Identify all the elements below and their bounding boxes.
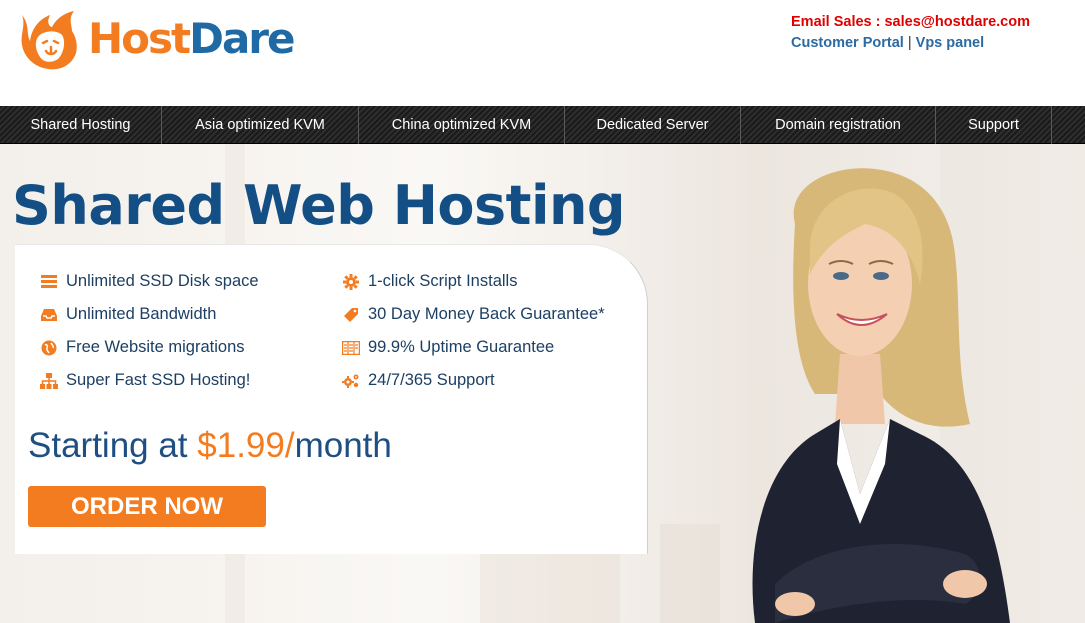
feature-item: 1-click Script Installs [342, 272, 517, 291]
nav-item-china-kvm[interactable]: China optimized KVM [359, 106, 565, 144]
nav-item-support[interactable]: Support [936, 106, 1052, 144]
price-value: $1.99/ [197, 426, 295, 465]
site-header: HostDare Email Sales : sales@hostdare.co… [0, 0, 1085, 106]
feature-label: Unlimited Bandwidth [66, 305, 217, 323]
feature-label: 99.9% Uptime Guarantee [368, 338, 555, 356]
businesswoman-image [752, 168, 1010, 623]
feature-item: Unlimited SSD Disk space [40, 272, 259, 291]
vps-panel-link[interactable]: Vps panel [916, 35, 985, 51]
lion-flame-icon [21, 11, 77, 70]
feature-item: 24/7/365 Support [342, 371, 495, 390]
logo-wordmark: HostDare [88, 18, 296, 60]
order-now-button[interactable]: ORDER NOW [28, 486, 266, 527]
contact-block: Email Sales : sales@hostdare.com Custome… [791, 12, 1030, 54]
link-separator: | [907, 35, 912, 51]
sitemap-icon [40, 372, 58, 390]
feature-item: Super Fast SSD Hosting! [40, 371, 250, 390]
server-icon [40, 273, 58, 291]
inbox-icon [40, 306, 58, 324]
gear-icon [342, 273, 360, 291]
feature-item: Free Website migrations [40, 338, 245, 357]
nav-item-dedicated-server[interactable]: Dedicated Server [565, 106, 741, 144]
starting-price: Starting at $1.99/month [28, 426, 392, 466]
feature-label: 24/7/365 Support [368, 371, 495, 389]
hostdare-logo[interactable]: HostDare [16, 6, 296, 72]
customer-portal-link[interactable]: Customer Portal [791, 35, 904, 51]
columns-icon [342, 339, 360, 357]
cogs-icon [342, 372, 360, 390]
feature-label: 1-click Script Installs [368, 272, 518, 290]
starting-suffix: month [294, 426, 392, 465]
feature-label: Unlimited SSD Disk space [66, 272, 259, 290]
feature-label: Free Website migrations [66, 338, 245, 356]
feature-item: 30 Day Money Back Guarantee* [342, 305, 605, 324]
feature-label: 30 Day Money Back Guarantee* [368, 305, 605, 323]
hero-banner: Shared Web Hosting Unlimited SSD Disk sp… [0, 144, 1085, 623]
main-nav: Shared Hosting Asia optimized KVM China … [0, 106, 1085, 144]
feature-label: Super Fast SSD Hosting! [66, 371, 251, 389]
globe-icon [40, 339, 58, 357]
portal-links: Customer Portal | Vps panel [791, 33, 1030, 54]
feature-item: Unlimited Bandwidth [40, 305, 216, 324]
email-sales-link[interactable]: Email Sales : sales@hostdare.com [791, 12, 1030, 33]
feature-item: 99.9% Uptime Guarantee [342, 338, 554, 357]
hero-title: Shared Web Hosting [12, 174, 626, 237]
logo-host: Host [88, 14, 191, 63]
tag-icon [342, 306, 360, 324]
nav-item-asia-kvm[interactable]: Asia optimized KVM [162, 106, 359, 144]
logo-dare: Dare [189, 14, 295, 63]
nav-item-domain-registration[interactable]: Domain registration [741, 106, 936, 144]
nav-item-shared-hosting[interactable]: Shared Hosting [0, 106, 162, 144]
starting-prefix: Starting at [28, 426, 198, 465]
